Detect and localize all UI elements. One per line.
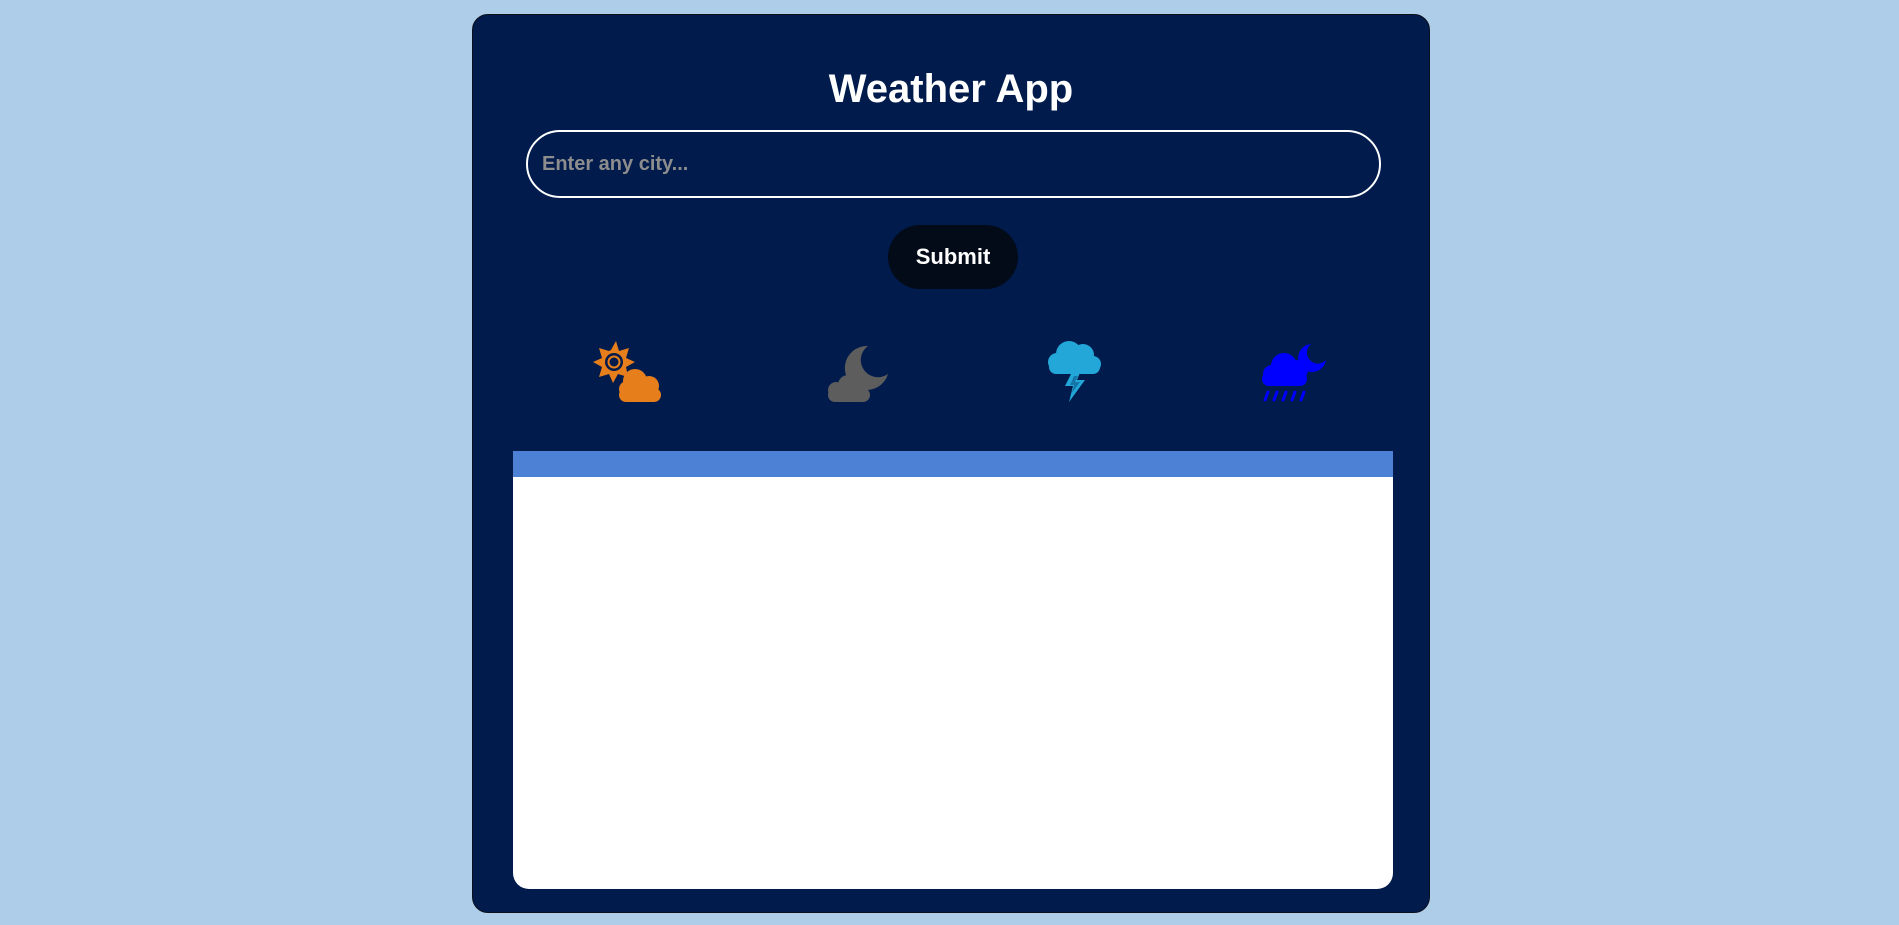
sun-behind-cloud-icon <box>583 330 673 410</box>
submit-button[interactable]: Submit <box>888 225 1018 289</box>
weather-icons-row <box>473 330 1429 420</box>
weather-result-panel <box>513 451 1393 889</box>
result-panel-header <box>513 451 1393 477</box>
moon-behind-cloud-icon <box>808 330 898 410</box>
app-title: Weather App <box>828 67 1074 111</box>
night-rain-cloud-icon <box>1248 330 1338 410</box>
thunderstorm-cloud-icon <box>1033 330 1123 410</box>
city-search-input[interactable] <box>526 130 1381 198</box>
weather-app-card: Weather App Submit <box>472 14 1430 913</box>
